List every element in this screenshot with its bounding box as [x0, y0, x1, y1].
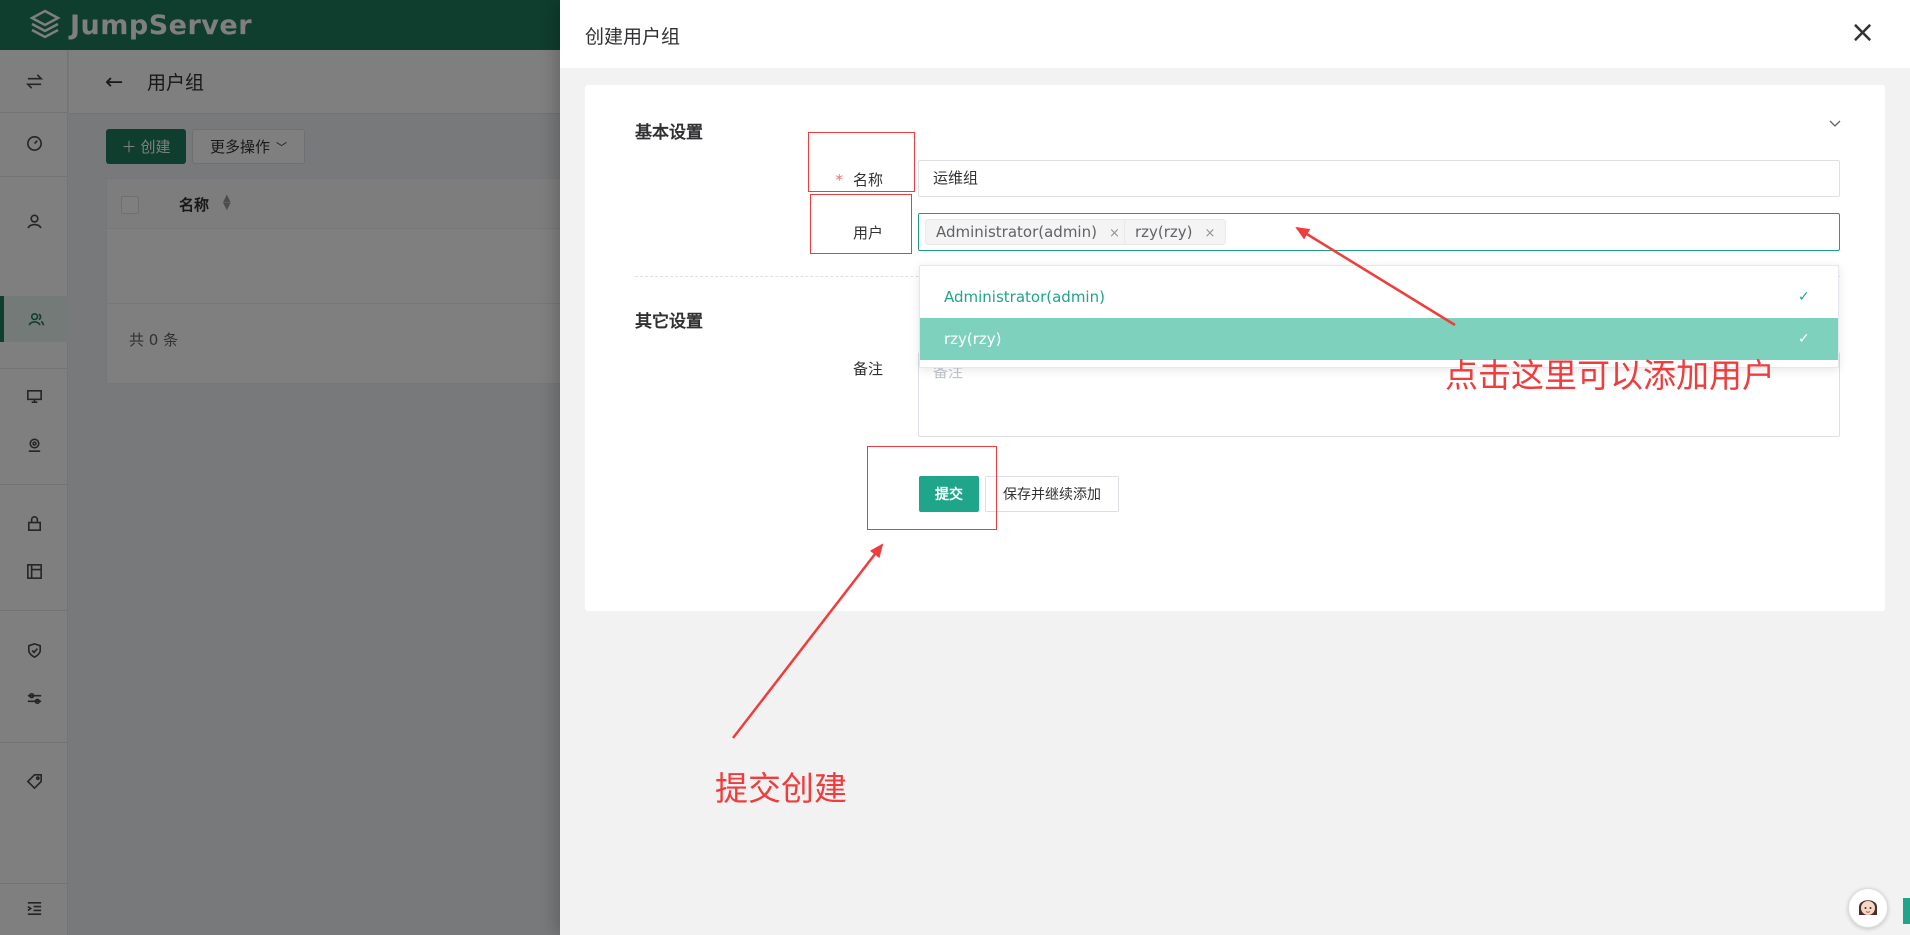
user-tag: rzy(rzy) × [1124, 219, 1227, 245]
drawer-title: 创建用户组 [585, 26, 681, 48]
section-title-other: 其它设置 [635, 312, 703, 332]
section-title-basic: 基本设置 [635, 123, 703, 143]
comment-field-label: 备注 [852, 360, 883, 378]
side-tab-handle[interactable] [1903, 898, 1910, 924]
check-icon: ✓ [1798, 289, 1810, 305]
annotation-box-users [810, 194, 912, 254]
users-select[interactable]: Administrator(admin) × rzy(rzy) × [918, 213, 1840, 251]
annotation-box-submit [867, 446, 997, 530]
annotation-submit-create: 提交创建 [715, 769, 847, 808]
user-tag: Administrator(admin) × [925, 219, 1131, 245]
tag-close-icon[interactable]: × [1205, 226, 1216, 241]
tag-close-icon[interactable]: × [1109, 226, 1120, 241]
check-icon: ✓ [1798, 331, 1810, 347]
chevron-down-icon[interactable] [1828, 117, 1842, 131]
assistant-avatar[interactable] [1848, 888, 1888, 928]
close-icon[interactable]: × [1850, 18, 1875, 48]
save-and-continue-button[interactable]: 保存并继续添加 [985, 476, 1119, 512]
dropdown-option[interactable]: Administrator(admin) ✓ [920, 276, 1838, 318]
annotation-add-users: 点击这里可以添加用户 [1445, 356, 1775, 395]
drawer-header: 创建用户组 × [560, 0, 1910, 68]
annotation-box-name [808, 132, 915, 192]
name-field[interactable]: 运维组 [918, 160, 1840, 197]
assistant-face-icon [1859, 900, 1877, 915]
